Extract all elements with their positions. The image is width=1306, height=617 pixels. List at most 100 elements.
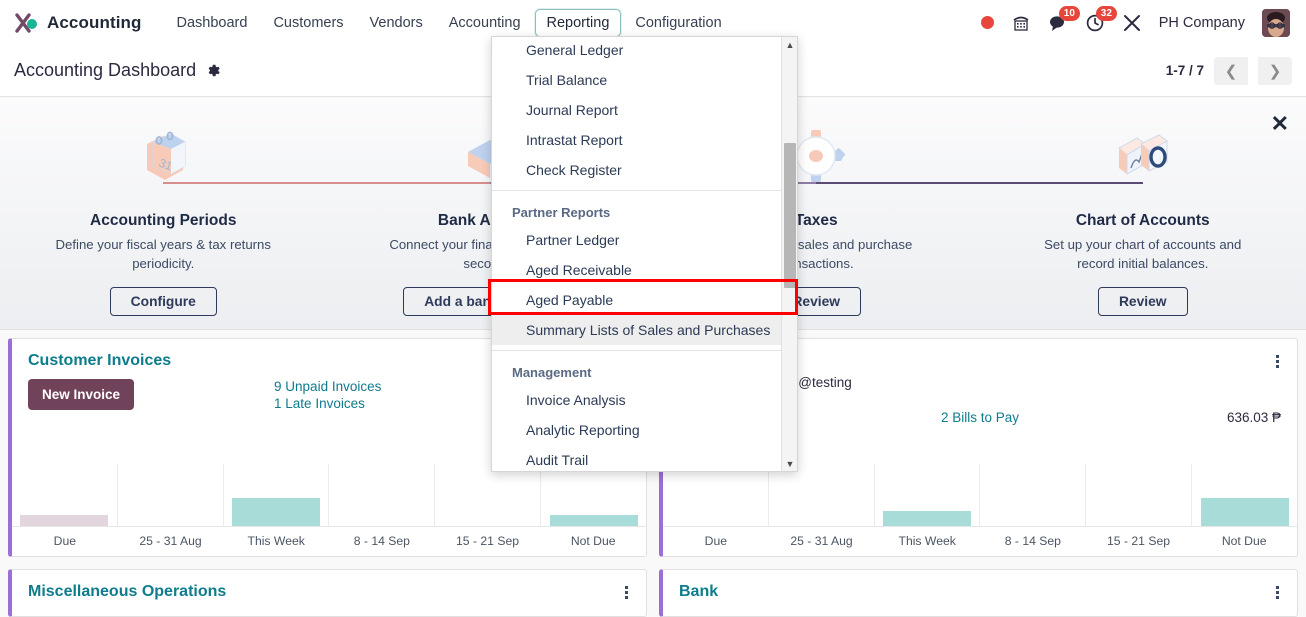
kebab-menu-icon[interactable] <box>1272 583 1283 602</box>
chart-x-label: Due <box>704 534 728 548</box>
card-title-misc-operations[interactable]: Miscellaneous Operations <box>28 583 226 601</box>
menu-item-analytic-reporting[interactable]: Analytic Reporting <box>492 415 781 445</box>
chart-plot <box>12 464 646 527</box>
gear-icon[interactable] <box>206 63 221 78</box>
chart-column <box>329 464 436 526</box>
chart-x-label: 15 - 21 Sep <box>1107 534 1171 548</box>
scroll-down-arrow-icon[interactable]: ▼ <box>782 456 797 471</box>
kebab-menu-icon[interactable] <box>1272 352 1283 371</box>
chart-column <box>435 464 542 526</box>
menu-item-aged-receivable[interactable]: Aged Receivable <box>492 255 781 285</box>
menu-item-intrastat-report[interactable]: Intrastat Report <box>492 125 781 155</box>
bills-amount: 636.03 ₱ <box>1226 410 1281 425</box>
pager: 1-7 / 7 ❮ ❯ <box>1166 56 1292 85</box>
brand[interactable]: Accounting <box>14 11 142 35</box>
new-invoice-button[interactable]: New Invoice <box>28 379 135 410</box>
chart-x-label: 15 - 21 Sep <box>456 534 520 548</box>
chart-bar <box>232 498 321 526</box>
nav-item-customers[interactable]: Customers <box>261 9 355 37</box>
connector-line <box>816 182 1143 184</box>
review-coa-button[interactable]: Review <box>1097 287 1188 317</box>
configure-button[interactable]: Configure <box>109 287 217 317</box>
menu-item-journal-report[interactable]: Journal Report <box>492 95 781 125</box>
dropdown-scrollbar[interactable]: ▲ ▼ <box>781 37 797 471</box>
messages-icon[interactable]: 10 <box>1048 5 1080 33</box>
chart-x-label: 8 - 14 Sep <box>353 534 410 548</box>
chart-column <box>12 464 118 526</box>
chart-column <box>224 464 330 526</box>
debug-tools-icon[interactable] <box>1122 13 1142 33</box>
customer-invoices-chart: Due 25 - 31 Aug This Week 8 - 14 Sep 15 … <box>12 464 646 556</box>
kebab-menu-icon[interactable] <box>621 583 632 602</box>
menu-section-partner-reports: Partner Reports <box>512 205 611 220</box>
user-avatar[interactable] <box>1262 8 1290 37</box>
chart-x-label: Not Due <box>1221 534 1267 548</box>
menu-item-invoice-analysis[interactable]: Invoice Analysis <box>492 385 781 415</box>
menu-item-audit-trail[interactable]: Audit Trail <box>492 445 781 471</box>
card-title-customer-invoices[interactable]: Customer Invoices <box>28 352 171 370</box>
chart-x-label: This Week <box>247 534 305 548</box>
voip-phone-icon[interactable] <box>1011 13 1031 33</box>
chart-column <box>663 464 769 526</box>
pager-previous-button[interactable]: ❮ <box>1214 56 1248 85</box>
onboarding-step-chart-of-accounts: Chart of Accounts Set up your chart of a… <box>816 122 1306 317</box>
chart-x-label: 25 - 31 Aug <box>790 534 853 548</box>
onboarding-title: Taxes <box>794 212 838 229</box>
chart-icon <box>1107 122 1179 194</box>
onboarding-description: Set up your chart of accounts and record… <box>1044 237 1242 271</box>
connector-line <box>163 182 490 184</box>
chart-x-label: Due <box>53 534 77 548</box>
chart-bar <box>883 511 972 526</box>
odoo-logo-icon <box>14 11 38 35</box>
chart-bar <box>549 515 638 526</box>
card-bank: Bank <box>659 569 1298 617</box>
messages-badge: 10 <box>1058 5 1080 21</box>
bills-to-pay-link[interactable]: 2 Bills to Pay <box>941 410 1019 425</box>
recording-indicator-icon[interactable] <box>980 16 994 29</box>
scroll-up-arrow-icon[interactable]: ▲ <box>782 37 797 52</box>
chart-column <box>875 464 981 526</box>
calendar-icon: 31 <box>127 122 199 194</box>
scrollbar-thumb[interactable] <box>784 143 796 288</box>
menu-item-aged-payable[interactable]: Aged Payable <box>492 285 781 315</box>
onboarding-title: Chart of Accounts <box>1075 212 1210 229</box>
menu-item-general-ledger[interactable]: General Ledger <box>492 37 781 65</box>
menu-section-management: Management <box>512 365 592 380</box>
card-row-bottom: Miscellaneous Operations Bank <box>8 569 1298 617</box>
card-title-bank[interactable]: Bank <box>679 583 718 601</box>
pager-next-button[interactable]: ❯ <box>1258 56 1292 85</box>
dropdown-items: General Ledger Trial Balance Journal Rep… <box>492 37 781 471</box>
brand-name: Accounting <box>47 12 142 32</box>
chart-x-label: This Week <box>898 534 956 548</box>
onboarding-step-accounting-periods: 31 Accounting Periods Define your fiscal… <box>0 122 327 317</box>
menu-item-partner-ledger[interactable]: Partner Ledger <box>492 225 781 255</box>
reporting-dropdown-menu: General Ledger Trial Balance Journal Rep… <box>491 36 798 472</box>
onboarding-description: Define your fiscal years & tax returns p… <box>55 237 271 271</box>
card-header: Bank <box>663 570 1297 602</box>
card-misc-operations: Miscellaneous Operations <box>8 569 647 617</box>
chart-column <box>1192 464 1297 526</box>
chart-column <box>118 464 224 526</box>
nav-item-reporting[interactable]: Reporting <box>534 8 622 37</box>
chart-x-label: 25 - 31 Aug <box>139 534 202 548</box>
company-switcher[interactable]: PH Company <box>1159 15 1245 31</box>
menu-separator <box>492 350 781 351</box>
activities-clock-icon[interactable]: 32 <box>1085 5 1117 33</box>
nav-item-vendors[interactable]: Vendors <box>358 9 435 37</box>
vendor-bills-chart: Due 25 - 31 Aug This Week 8 - 14 Sep 15 … <box>663 464 1297 556</box>
nav-item-dashboard[interactable]: Dashboard <box>165 9 260 37</box>
chart-bar <box>1200 498 1289 526</box>
nav-item-accounting[interactable]: Accounting <box>437 9 533 37</box>
app-root: Accounting Dashboard Customers Vendors A… <box>0 0 1306 617</box>
menu-separator <box>492 190 781 191</box>
menu-item-trial-balance[interactable]: Trial Balance <box>492 65 781 95</box>
chart-x-label: Not Due <box>570 534 616 548</box>
nav-item-configuration[interactable]: Configuration <box>623 9 733 37</box>
menu-item-summary-lists-of-sales-and-purchases[interactable]: Summary Lists of Sales and Purchases <box>492 315 781 345</box>
chart-column <box>541 464 646 526</box>
navbar-right-tools: 10 32 PH Company <box>980 5 1292 37</box>
menu-item-check-register[interactable]: Check Register <box>492 155 781 185</box>
page-title: Accounting Dashboard <box>14 60 197 80</box>
chart-column <box>1086 464 1193 526</box>
chart-x-label: 8 - 14 Sep <box>1004 534 1061 548</box>
